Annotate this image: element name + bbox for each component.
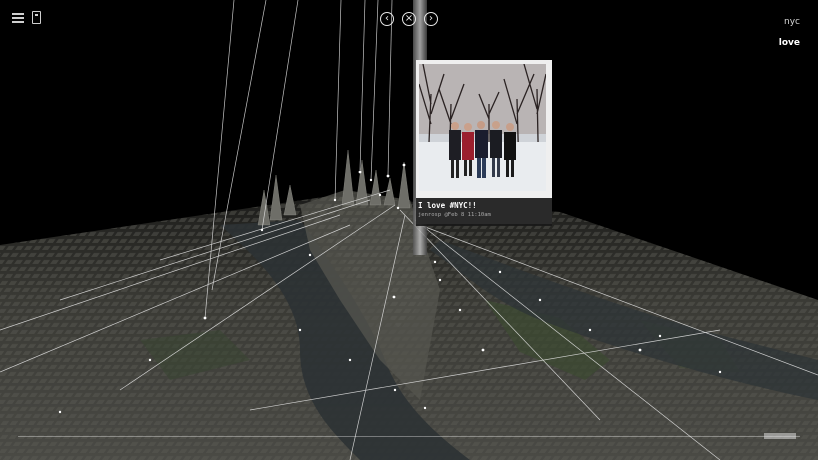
post-photo bbox=[419, 64, 546, 191]
phone-icon[interactable] bbox=[32, 11, 41, 24]
keyword-filter[interactable]: love bbox=[779, 38, 800, 48]
hamburger-menu-icon bbox=[12, 13, 24, 15]
timeline-slider[interactable] bbox=[18, 433, 800, 441]
terrain bbox=[0, 190, 818, 460]
post-caption: I love #NYC!! bbox=[418, 201, 477, 210]
menu-icon-bar bbox=[12, 17, 24, 19]
timeline-handle[interactable] bbox=[764, 433, 796, 439]
post-meta: jenrosp @Feb 8 11:10am bbox=[418, 212, 491, 218]
chevron-right-icon[interactable]: › bbox=[424, 12, 438, 26]
menu-button[interactable] bbox=[12, 13, 24, 24]
3d-city-map[interactable] bbox=[0, 0, 818, 460]
timeline-track bbox=[18, 436, 800, 437]
close-icon[interactable]: × bbox=[402, 12, 416, 26]
city-filter[interactable]: nyc bbox=[784, 17, 800, 27]
chevron-left-icon[interactable]: ‹ bbox=[380, 12, 394, 26]
menu-icon-bar bbox=[12, 21, 24, 23]
